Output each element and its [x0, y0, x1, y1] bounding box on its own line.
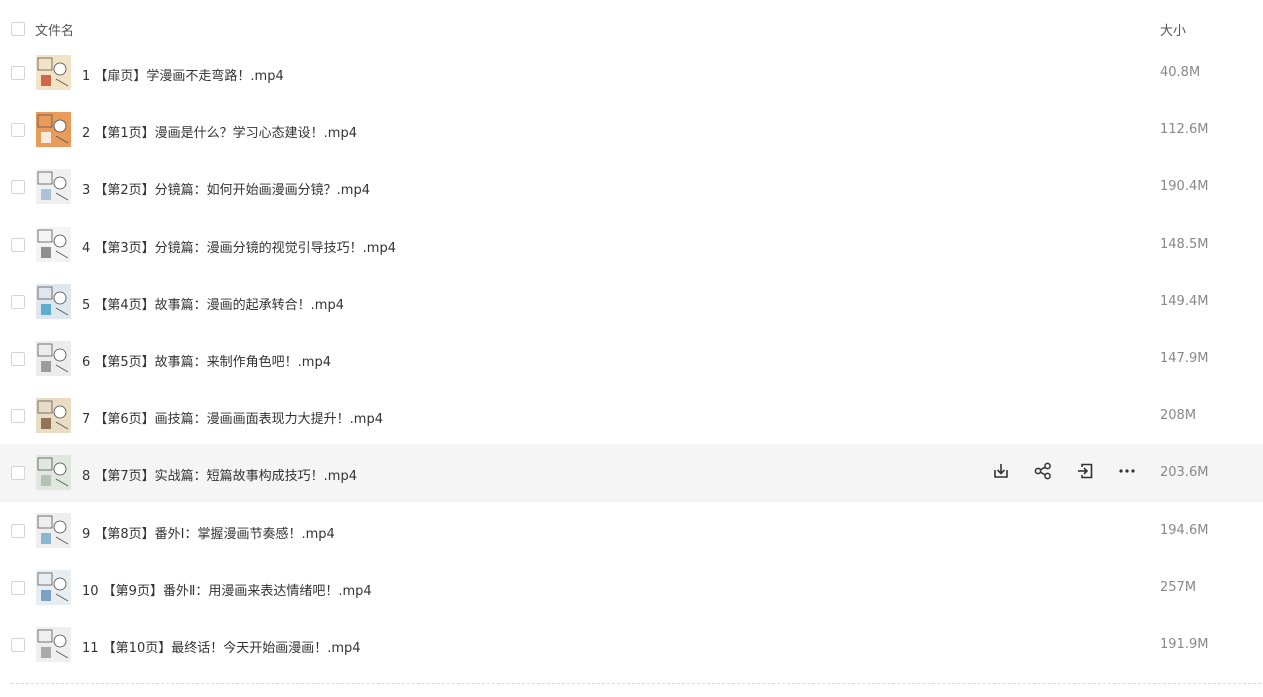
file-row[interactable]: 8 【第7页】实战篇：短篇故事构成技巧！.mp4 203.6M — [0, 444, 1263, 502]
file-name-link[interactable]: 8 【第7页】实战篇：短篇故事构成技巧！.mp4 — [82, 465, 357, 484]
share-button[interactable] — [1030, 460, 1056, 486]
row-checkbox[interactable] — [11, 637, 25, 652]
video-thumbnail[interactable] — [36, 226, 71, 262]
row-checkbox[interactable] — [11, 237, 25, 252]
list-bottom-divider — [11, 683, 1261, 684]
file-size: 148.5M — [1160, 236, 1209, 252]
move-to-icon — [1075, 461, 1095, 485]
file-row[interactable]: 10 【第9页】番外Ⅱ：用漫画来表达情绪吧！.mp4 257M — [0, 559, 1263, 616]
video-thumbnail[interactable] — [36, 569, 71, 605]
video-thumbnail[interactable] — [36, 340, 71, 376]
file-row[interactable]: 9 【第8页】番外Ⅰ：掌握漫画节奏感！.mp4 194.6M — [0, 502, 1263, 559]
row-checkbox[interactable] — [11, 580, 25, 595]
file-size: 40.8M — [1160, 65, 1201, 80]
file-size: 257M — [1160, 579, 1197, 595]
file-row[interactable]: 3 【第2页】分镜篇：如何开始画漫画分镜？.mp4 190.4M — [0, 158, 1263, 215]
file-row[interactable]: 4 【第3页】分镜篇：漫画分镜的视觉引导技巧！.mp4 148.5M — [0, 216, 1263, 273]
video-thumbnail[interactable] — [36, 512, 71, 548]
file-row[interactable]: 11 【第10页】最终话！今天开始画漫画！.mp4 191.9M — [0, 616, 1263, 673]
file-size: 208M — [1160, 408, 1197, 424]
row-checkbox[interactable] — [11, 66, 25, 80]
video-thumbnail[interactable] — [36, 626, 71, 662]
file-name-link[interactable]: 7 【第6页】画技篇：漫画画面表现力大提升！.mp4 — [82, 408, 383, 427]
row-checkbox[interactable] — [11, 180, 25, 195]
file-row[interactable]: 5 【第4页】故事篇：漫画的起承转合！.mp4 149.4M — [0, 273, 1263, 330]
file-row[interactable]: 2 【第1页】漫画是什么？学习心态建设！.mp4 112.6M — [0, 101, 1263, 158]
file-name-link[interactable]: 6 【第5页】故事篇：来制作角色吧！.mp4 — [82, 351, 331, 370]
file-list: 文件名 大小 1 【扉页】学漫画不走弯路！.mp4 40.8M 2 【第1页】漫画是… — [0, 0, 1263, 697]
video-thumbnail[interactable] — [36, 112, 71, 148]
row-checkbox[interactable] — [11, 523, 25, 538]
file-size: 191.9M — [1160, 636, 1209, 652]
more-button[interactable] — [1114, 460, 1140, 486]
column-header-size[interactable]: 大小 — [1160, 20, 1186, 39]
file-name-link[interactable]: 1 【扉页】学漫画不走弯路！.mp4 — [82, 65, 284, 84]
file-size: 147.9M — [1160, 350, 1209, 366]
file-size: 190.4M — [1160, 179, 1209, 195]
row-actions — [988, 460, 1142, 486]
file-size: 194.6M — [1160, 522, 1209, 538]
move-to-button[interactable] — [1072, 460, 1098, 486]
file-name-link[interactable]: 9 【第8页】番外Ⅰ：掌握漫画节奏感！.mp4 — [82, 523, 335, 542]
video-thumbnail[interactable] — [36, 55, 71, 90]
row-checkbox[interactable] — [11, 123, 25, 138]
download-icon — [991, 461, 1011, 485]
file-size: 203.6M — [1160, 465, 1209, 481]
file-row[interactable]: 1 【扉页】学漫画不走弯路！.mp4 40.8M — [0, 44, 1263, 101]
row-checkbox[interactable] — [11, 294, 25, 309]
file-name-link[interactable]: 5 【第4页】故事篇：漫画的起承转合！.mp4 — [82, 294, 344, 313]
video-thumbnail[interactable] — [36, 398, 71, 434]
select-all-checkbox[interactable] — [11, 22, 25, 36]
file-rows: 1 【扉页】学漫画不走弯路！.mp4 40.8M 2 【第1页】漫画是什么？学习心态… — [0, 44, 1263, 673]
column-header-name[interactable]: 文件名 — [35, 20, 74, 39]
row-checkbox[interactable] — [11, 351, 25, 366]
row-checkbox[interactable] — [11, 409, 25, 424]
row-checkbox[interactable] — [11, 466, 25, 481]
share-icon — [1033, 461, 1053, 485]
file-name-link[interactable]: 10 【第9页】番外Ⅱ：用漫画来表达情绪吧！.mp4 — [82, 580, 372, 599]
file-row[interactable]: 7 【第6页】画技篇：漫画画面表现力大提升！.mp4 208M — [0, 387, 1263, 444]
file-name-link[interactable]: 2 【第1页】漫画是什么？学习心态建设！.mp4 — [82, 122, 357, 141]
video-thumbnail[interactable] — [36, 455, 71, 491]
video-thumbnail[interactable] — [36, 283, 71, 319]
file-name-link[interactable]: 11 【第10页】最终话！今天开始画漫画！.mp4 — [82, 637, 361, 656]
more-icon — [1117, 461, 1137, 485]
video-thumbnail[interactable] — [36, 169, 71, 205]
download-button[interactable] — [988, 460, 1014, 486]
file-size: 112.6M — [1160, 122, 1209, 138]
file-row[interactable]: 6 【第5页】故事篇：来制作角色吧！.mp4 147.9M — [0, 330, 1263, 387]
file-name-link[interactable]: 3 【第2页】分镜篇：如何开始画漫画分镜？.mp4 — [82, 179, 370, 198]
file-size: 149.4M — [1160, 293, 1209, 309]
file-name-link[interactable]: 4 【第3页】分镜篇：漫画分镜的视觉引导技巧！.mp4 — [82, 237, 396, 256]
